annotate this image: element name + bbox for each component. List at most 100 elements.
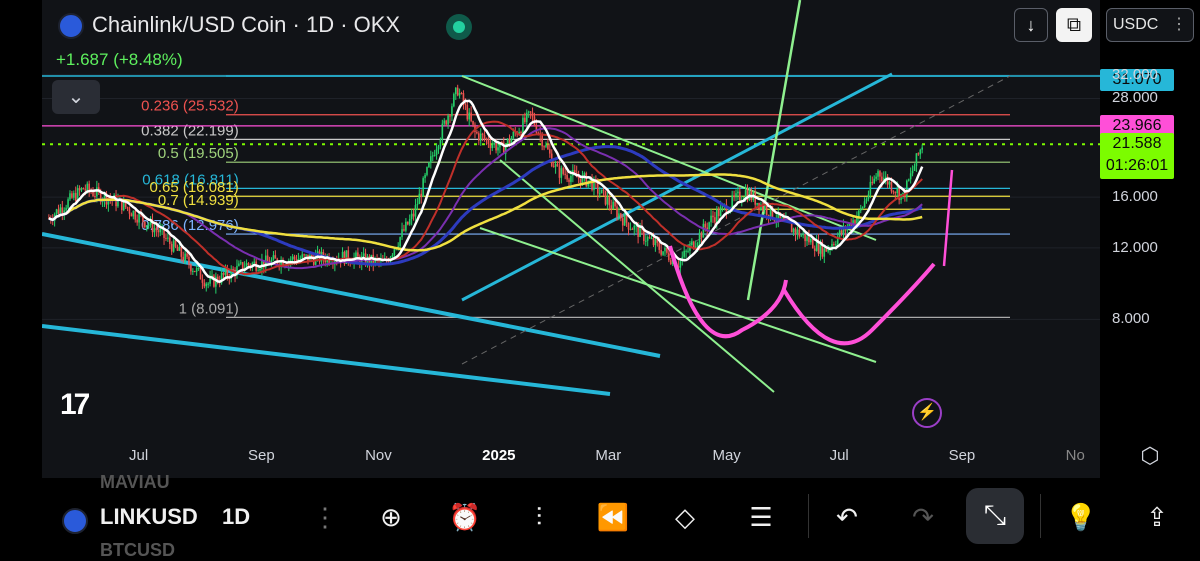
chart-type-button[interactable]: ⧉	[1056, 8, 1092, 42]
candle-body	[192, 270, 194, 272]
collapse-legend-button[interactable]: ⌄	[52, 80, 100, 114]
candle-body	[545, 145, 547, 147]
chainlink-logo-icon	[58, 13, 84, 39]
candle-body	[871, 181, 874, 184]
candle-body	[833, 243, 835, 245]
candle-body	[74, 192, 77, 202]
candle-body	[176, 246, 179, 251]
alarm-icon[interactable]: ⏰	[448, 500, 482, 534]
fib-label: 1 (8.091)	[179, 300, 239, 317]
candle-body	[145, 225, 148, 228]
candle-body	[660, 249, 662, 255]
candle-body	[357, 252, 359, 257]
candles-icon[interactable]: ⫶	[522, 500, 556, 534]
candle-body	[712, 215, 714, 218]
trendline-dashed	[461, 75, 1011, 365]
symbol-button[interactable]: LINKUSD	[100, 504, 198, 530]
x-tick-label: Jul	[129, 447, 149, 464]
candle-body	[403, 229, 405, 231]
candle-body	[59, 207, 62, 214]
candle-body	[426, 167, 428, 175]
candle-body	[669, 260, 672, 265]
candle-body	[529, 111, 532, 113]
candle-body	[78, 188, 81, 191]
candle-body	[633, 225, 636, 230]
candle-body	[57, 209, 60, 214]
lightning-icon[interactable]: ⚡	[912, 398, 942, 428]
fib-label: 0.236 (25.532)	[141, 98, 239, 115]
candle-body	[481, 133, 484, 136]
indicators-icon[interactable]: ☰	[744, 500, 778, 534]
candle-body	[489, 144, 492, 149]
candle-body	[719, 207, 722, 217]
x-tick-label: May	[712, 447, 741, 464]
candle-body	[441, 123, 444, 140]
redo-icon[interactable]: ↷	[906, 500, 940, 534]
candle-body	[416, 204, 419, 206]
candle-body	[443, 120, 446, 124]
candle-body	[257, 270, 259, 272]
candle-body	[165, 237, 167, 239]
candle-body	[909, 173, 912, 180]
market-open-icon[interactable]	[446, 14, 472, 40]
idea-icon[interactable]: 💡	[1064, 500, 1098, 534]
drag-handle-icon[interactable]: ⋮	[308, 500, 342, 534]
candle-body	[869, 181, 872, 195]
candle-body	[401, 229, 403, 238]
candle-body	[792, 228, 795, 233]
candle-body	[184, 253, 186, 262]
candle-body	[303, 254, 305, 256]
candle-body	[399, 237, 401, 247]
layers-icon[interactable]: ◇	[668, 500, 702, 534]
candle-body	[527, 111, 530, 113]
candle-body	[266, 255, 269, 262]
replay-icon[interactable]: ⏪	[596, 500, 630, 534]
candle-body	[190, 264, 192, 272]
candle-body	[840, 230, 843, 234]
fullscreen-exit-button[interactable]: ⤡	[966, 488, 1024, 544]
candle-body	[439, 139, 442, 147]
add-icon[interactable]: ⊕	[374, 500, 408, 534]
candle-body	[687, 250, 689, 252]
bottom-toolbar: MAVIAU LINKUSD BTCUSD 1D ⋮ ⊕ ⏰ ⫶ ⏪ ◇ ☰ ↶…	[0, 472, 1200, 560]
undo-icon[interactable]: ↶	[830, 500, 864, 534]
chart-area[interactable]: 0.236 (25.532) 0.382 (22.199) 0.5 (19.505)…	[42, 0, 1100, 478]
candle-body	[167, 237, 169, 239]
candle-body	[289, 259, 292, 261]
currency-select[interactable]: USDC ⋮	[1106, 8, 1194, 42]
candle-body	[406, 221, 409, 225]
candle-body	[232, 268, 234, 270]
candle-body	[178, 246, 181, 251]
candle-body	[355, 252, 357, 258]
interval-button[interactable]: 1D	[222, 504, 250, 530]
candle-body	[794, 228, 797, 235]
candle-body	[859, 208, 862, 211]
candle-body	[881, 176, 883, 181]
candle-body	[646, 237, 649, 241]
y-tick-label: 12.000	[1112, 238, 1158, 256]
candle-body	[483, 135, 486, 139]
tradingview-logo: 17	[60, 388, 90, 421]
candle-body	[497, 147, 499, 151]
candle-body	[153, 228, 156, 233]
chart-settings-icon[interactable]: ⬡	[1138, 444, 1162, 468]
candle-body	[188, 256, 190, 265]
candle-body	[205, 283, 208, 287]
candle-body	[902, 192, 904, 194]
candle-body	[418, 193, 421, 205]
symbol-title[interactable]: Chainlink/USD Coin · 1D · OKX	[92, 12, 400, 38]
magenta-target-line	[942, 169, 954, 267]
candle-body	[159, 229, 161, 233]
candle-body	[644, 240, 647, 242]
candle-body	[128, 208, 131, 214]
candle-body	[69, 193, 71, 200]
candle-body	[195, 268, 198, 272]
candle-body	[547, 145, 549, 150]
share-icon[interactable]: ⇪	[1140, 500, 1174, 534]
candle-body	[614, 201, 616, 207]
price-chart[interactable]: 0.236 (25.532) 0.382 (22.199) 0.5 (19.505)…	[42, 0, 1100, 478]
candle-body	[756, 202, 758, 205]
sell-arrow-button[interactable]: ↓	[1014, 8, 1048, 42]
candle-body	[861, 207, 864, 209]
candle-body	[435, 149, 438, 155]
